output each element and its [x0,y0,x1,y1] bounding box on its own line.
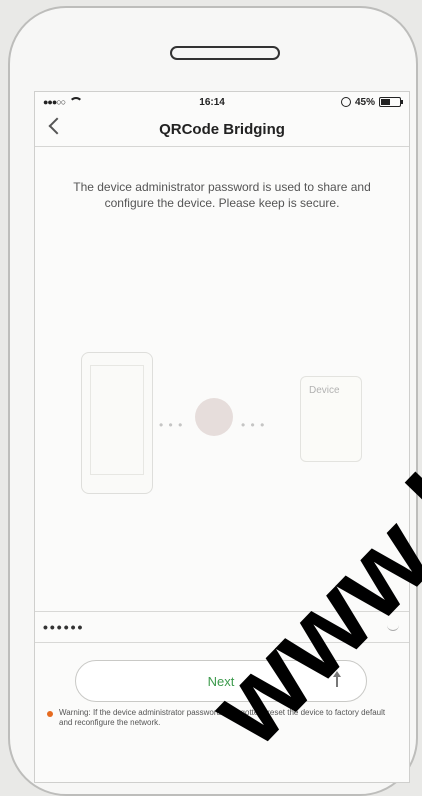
device-label: Device [309,385,340,396]
phone-illustration [81,352,153,494]
description-text: The device administrator password is use… [73,180,371,210]
status-bar: ●●●○○ 16:14 45% [35,92,409,112]
next-button[interactable]: Next [75,660,367,702]
warning-dot-icon [47,711,53,717]
connection-dots-right: • • • [241,418,266,432]
battery-percent: 45% [354,96,375,108]
password-value: •••••• [43,619,85,635]
bridging-illustration: • • • • • • Device [71,352,371,494]
warning-notice: Warning: If the device administrator pas… [47,708,393,728]
connection-dots-left: • • • [159,418,184,432]
arrow-up-icon [330,671,341,691]
phone-frame: ●●●○○ 16:14 45% QRCode Bridging The devi… [8,6,418,796]
device-illustration: Device [300,376,362,462]
password-field[interactable]: •••••• [35,611,409,643]
status-right: 45% [340,96,403,108]
page-title: QRCode Bridging [159,120,285,138]
bridge-circle-icon [195,398,233,436]
status-time: 16:14 [199,96,225,108]
signal-icon: ●●●○○ [43,97,66,107]
signal-group: ●●●○○ [43,97,84,107]
next-button-label: Next [207,673,235,689]
warning-text: Warning: If the device administrator pas… [59,708,386,727]
battery-icon [379,97,403,107]
wifi-icon [69,97,84,107]
eye-icon[interactable] [387,624,399,631]
back-chevron-icon[interactable] [48,117,66,135]
app-screen: ●●●○○ 16:14 45% QRCode Bridging The devi… [34,91,410,783]
phone-speaker [170,46,280,60]
rotation-lock-icon [340,97,351,107]
nav-bar: QRCode Bridging [35,112,409,147]
